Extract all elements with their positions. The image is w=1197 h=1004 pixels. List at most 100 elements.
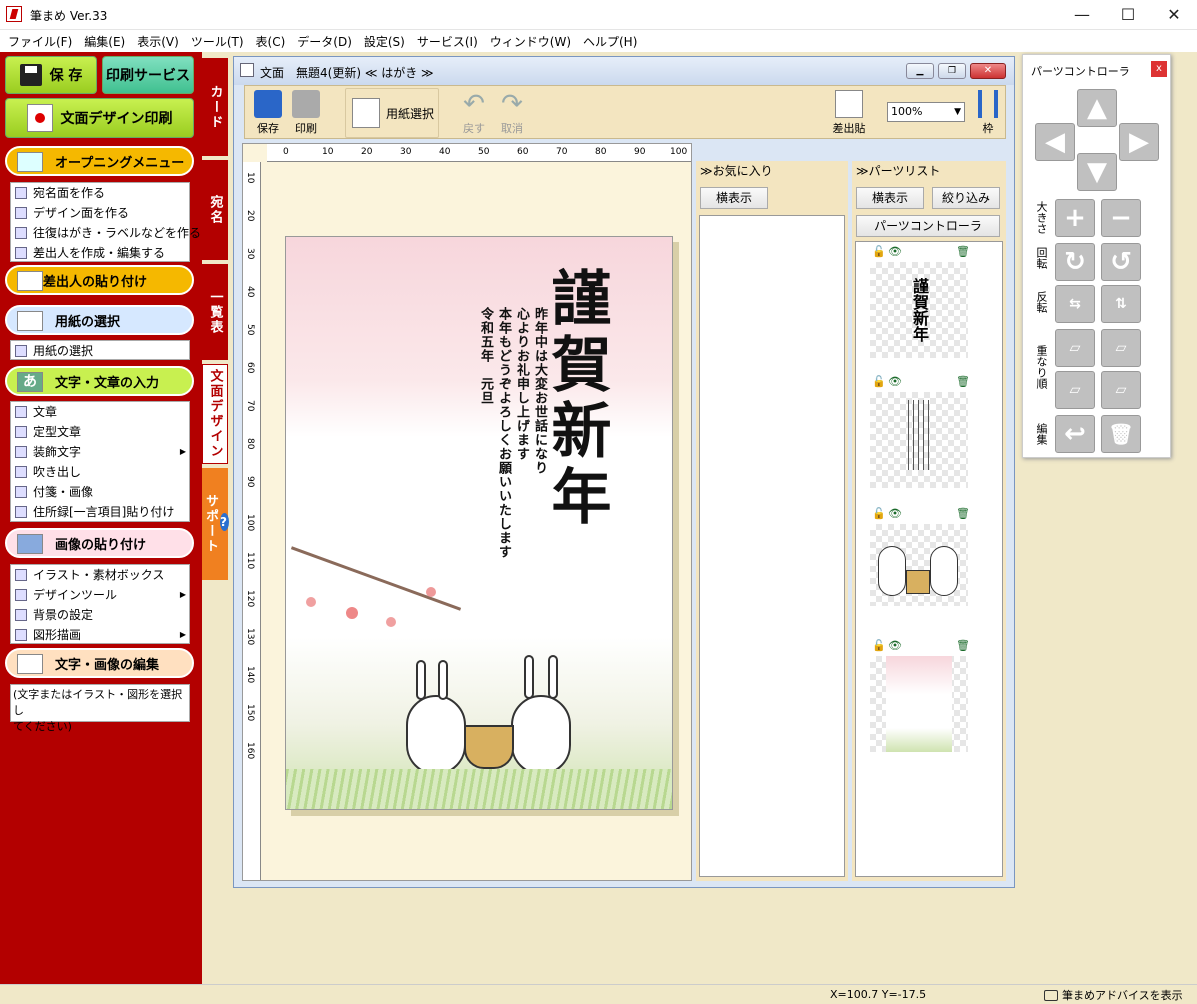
print-service-button[interactable]: 印刷サービス	[102, 56, 194, 94]
menu-view[interactable]: 表示(V)	[133, 33, 187, 50]
sender-paste-header[interactable]: 差出人の貼り付け	[5, 265, 194, 295]
tab-list[interactable]: 一覧表	[202, 264, 228, 360]
text-input-header[interactable]: あ 文字・文章の入力	[5, 366, 194, 396]
lock-open-icon[interactable]: 🔓	[872, 640, 886, 652]
paper-select-header[interactable]: 用紙の選択	[5, 305, 194, 335]
doc-restore-button[interactable]: ❐	[938, 63, 966, 79]
move-left-button[interactable]: ◀	[1035, 123, 1075, 161]
send-back-button[interactable]: ▱	[1101, 371, 1141, 409]
minimize-button[interactable]: —	[1059, 0, 1105, 30]
flip-vertical-button[interactable]: ⇅	[1101, 285, 1141, 323]
favorites-list[interactable]	[699, 215, 845, 877]
greeting-line-2[interactable]: 心よりお礼申し上げます	[512, 307, 531, 461]
menu-file[interactable]: ファイル(F)	[4, 33, 80, 50]
tab-address[interactable]: 宛名	[202, 160, 228, 260]
toolbar-undo-button[interactable]: ↶ 戻す	[457, 88, 491, 138]
menu-table[interactable]: 表(C)	[252, 33, 294, 50]
speech-bubble-item[interactable]: 吹き出し	[11, 462, 189, 482]
zoom-select[interactable]: 100% ▼	[887, 102, 965, 122]
flip-horizontal-button[interactable]: ⇆	[1055, 285, 1095, 323]
tab-support[interactable]: ? サポート	[202, 468, 229, 580]
greeting-line-3[interactable]: 本年もどうぞよろしくお願いいたします	[494, 307, 513, 559]
eye-icon[interactable]: 👁	[888, 246, 902, 258]
size-minus-button[interactable]: −	[1101, 199, 1141, 237]
trash-icon[interactable]: 🗑	[956, 640, 970, 652]
doc-minimize-button[interactable]: ▁	[906, 63, 934, 79]
postcard-design[interactable]: 謹賀新年 昨年中は大変お世話になり 心よりお礼申し上げます 本年もどうぞよろしく…	[285, 236, 673, 810]
send-backward-button[interactable]: ▱	[1055, 371, 1095, 409]
greeting-line-4[interactable]: 令和五年 元旦	[476, 307, 495, 405]
move-up-button[interactable]: ▲	[1077, 89, 1117, 127]
bring-front-button[interactable]: ▱	[1055, 329, 1095, 367]
part-thumbnail-rabbits[interactable]	[870, 524, 968, 606]
opening-menu-header[interactable]: オープニングメニュー	[5, 146, 194, 176]
menu-data[interactable]: データ(D)	[293, 33, 360, 50]
bring-forward-button[interactable]: ▱	[1101, 329, 1141, 367]
close-button[interactable]: ✕	[1151, 0, 1197, 30]
canvas-area[interactable]: 0 10 20 30 40 50 60 70 80 90 100 10 20 3…	[242, 143, 692, 881]
favorites-title[interactable]: ≫お気に入り	[696, 161, 848, 181]
move-down-button[interactable]: ▼	[1077, 153, 1117, 191]
eye-icon[interactable]: 👁	[888, 508, 902, 520]
create-design-side-item[interactable]: デザイン面を作る	[11, 203, 189, 223]
delete-part-button[interactable]: 🗑	[1101, 415, 1141, 453]
toolbar-frame-button[interactable]: 枠	[973, 88, 1003, 138]
template-sentence-item[interactable]: 定型文章	[11, 422, 189, 442]
eye-icon[interactable]: 👁	[888, 640, 902, 652]
image-paste-header[interactable]: 画像の貼り付け	[5, 528, 194, 558]
paper-select-item[interactable]: 用紙の選択	[11, 341, 189, 361]
parts-controller-button[interactable]: パーツコントローラ	[856, 215, 1000, 237]
parts-list[interactable]: 🔓 👁 🗑 謹賀新年 🔓 👁 🗑 🔓 👁 🗑 🔓 👁 🗑	[855, 241, 1003, 877]
menu-window[interactable]: ウィンドウ(W)	[486, 33, 579, 50]
pc-close-button[interactable]: x	[1151, 61, 1167, 77]
edit-undo-button[interactable]: ↩	[1055, 415, 1095, 453]
rotate-ccw-button[interactable]: ↺	[1101, 243, 1141, 281]
lock-open-icon[interactable]: 🔓	[872, 246, 886, 258]
greeting-line-1[interactable]: 昨年中は大変お世話になり	[530, 307, 549, 475]
menu-tools[interactable]: ツール(T)	[187, 33, 252, 50]
parts-horizontal-button[interactable]: 横表示	[856, 187, 924, 209]
background-setting-item[interactable]: 背景の設定	[11, 605, 189, 625]
rabbits-mochi-illustration[interactable]	[396, 655, 586, 785]
decorative-text-item[interactable]: 装飾文字 ▶	[11, 442, 189, 462]
advice-button[interactable]: 筆まめアドバイスを表示	[1044, 987, 1183, 1003]
trash-icon[interactable]: 🗑	[956, 508, 970, 520]
tab-design[interactable]: 文面デザイン	[202, 364, 228, 464]
size-plus-button[interactable]: +	[1055, 199, 1095, 237]
menu-service[interactable]: サービス(I)	[413, 33, 486, 50]
design-tool-item[interactable]: デザインツール ▶	[11, 585, 189, 605]
rotate-cw-button[interactable]: ↻	[1055, 243, 1095, 281]
toolbar-redo-button[interactable]: ↷ 取消	[495, 88, 529, 138]
address-paste-item[interactable]: 住所録[一言項目]貼り付け	[11, 502, 189, 522]
part-thumbnail-message[interactable]	[870, 392, 968, 488]
eye-icon[interactable]: 👁	[888, 376, 902, 388]
edit-sender-item[interactable]: 差出人を作成・編集する	[11, 243, 189, 263]
design-print-button[interactable]: 文面デザイン印刷	[5, 98, 194, 138]
create-return-postcard-item[interactable]: 往復はがき・ラベルなどを作る	[11, 223, 201, 243]
favorites-horizontal-button[interactable]: 横表示	[700, 187, 768, 209]
trash-icon[interactable]: 🗑	[956, 246, 970, 258]
doc-close-button[interactable]: ✕	[970, 63, 1006, 79]
toolbar-print-button[interactable]: 印刷	[289, 88, 323, 138]
lock-open-icon[interactable]: 🔓	[872, 508, 886, 520]
sentence-item[interactable]: 文章	[11, 402, 189, 422]
move-right-button[interactable]: ▶	[1119, 123, 1159, 161]
parts-filter-button[interactable]: 絞り込み	[932, 187, 1000, 209]
shape-draw-item[interactable]: 図形描画 ▶	[11, 625, 189, 645]
parts-list-title[interactable]: ≫パーツリスト	[852, 161, 1006, 181]
part-thumbnail-background[interactable]	[870, 656, 968, 752]
maximize-button[interactable]: ☐	[1105, 0, 1151, 30]
sticky-image-item[interactable]: 付箋・画像	[11, 482, 189, 502]
menu-edit[interactable]: 編集(E)	[80, 33, 133, 50]
lock-open-icon[interactable]: 🔓	[872, 376, 886, 388]
toolbar-save-button[interactable]: 保存	[251, 88, 285, 138]
part-thumbnail-calligraphy[interactable]: 謹賀新年	[870, 262, 968, 358]
toolbar-sender-paste-button[interactable]: 差出貼	[829, 88, 869, 138]
menu-help[interactable]: ヘルプ(H)	[579, 33, 645, 50]
edit-header[interactable]: 文字・画像の編集	[5, 648, 194, 678]
tab-card[interactable]: カード	[202, 58, 228, 156]
create-address-side-item[interactable]: 宛名面を作る	[11, 183, 189, 203]
trash-icon[interactable]: 🗑	[956, 376, 970, 388]
menu-settings[interactable]: 設定(S)	[360, 33, 413, 50]
toolbar-paper-select-button[interactable]: 用紙選択	[345, 88, 439, 138]
